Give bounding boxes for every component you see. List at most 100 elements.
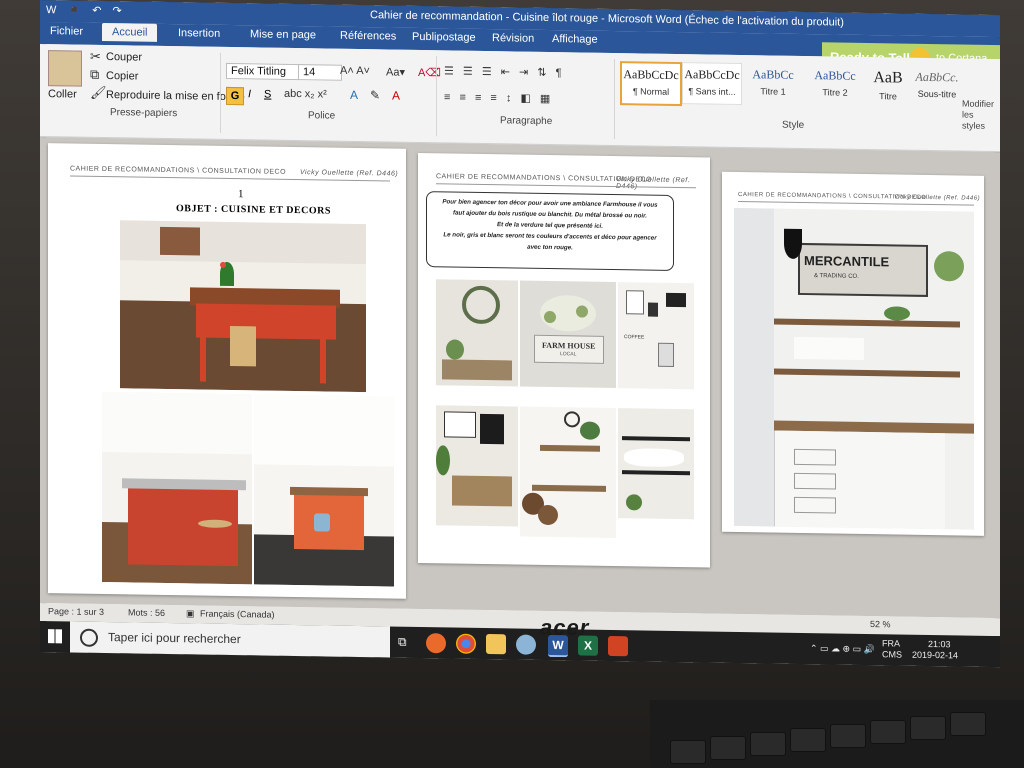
bold-button[interactable]: G bbox=[226, 86, 244, 106]
tab-publipostage[interactable]: Publipostage bbox=[412, 31, 476, 44]
taskbar-search[interactable]: Taper ici pour rechercher bbox=[70, 621, 390, 658]
copy-button[interactable]: Copier bbox=[106, 70, 138, 83]
clear-format-icon[interactable]: A⌫ bbox=[418, 66, 441, 79]
task-view-icon[interactable]: ⧉ bbox=[398, 635, 407, 650]
style-name: Titre 1 bbox=[760, 86, 786, 97]
paragraph-group-label: Paragraphe bbox=[500, 115, 553, 128]
align-icons[interactable]: ≡ ≡ ≡ ≡ ↕ ◧ ▦ bbox=[444, 90, 553, 105]
font-group-label: Police bbox=[308, 110, 336, 122]
style-subtitle[interactable]: AaBbCc. Sous-titre bbox=[912, 66, 962, 107]
style-heading-2[interactable]: AaBbCc Titre 2 bbox=[806, 64, 864, 105]
styles-group-label: Style bbox=[782, 119, 805, 132]
window-title: Cahier de recommandation - Cuisine îlot … bbox=[370, 9, 844, 29]
mercantile-sign-text: MERCANTILE bbox=[804, 253, 890, 270]
separator bbox=[220, 52, 221, 133]
style-heading-1[interactable]: AaBbCc Titre 1 bbox=[744, 63, 802, 104]
header-rule bbox=[738, 200, 974, 206]
page-heading: OBJET : CUISINE ET DECORS bbox=[176, 203, 331, 217]
tab-mise-en-page[interactable]: Mise en page bbox=[250, 28, 316, 41]
language-indicator-bottom[interactable]: CMS bbox=[882, 649, 902, 659]
proofing-icon[interactable]: ▣ bbox=[186, 608, 195, 619]
recommendation-callout: Pour bien agencer ton décor pour avoir u… bbox=[426, 191, 674, 271]
decor-photo-wall bbox=[436, 405, 518, 527]
powerpoint-taskbar-icon[interactable] bbox=[608, 635, 628, 657]
page-count[interactable]: Page : 1 sur 3 bbox=[48, 606, 104, 617]
style-sample: AaBbCcDc bbox=[623, 67, 679, 83]
style-sample: AaBbCcDc bbox=[684, 67, 740, 82]
font-size-select[interactable]: 14 bbox=[298, 64, 342, 81]
underline-button[interactable]: S bbox=[264, 89, 271, 101]
modify-styles-button[interactable]: Modifier les styles bbox=[962, 98, 998, 132]
decor-photo-coffee: COFFEE bbox=[618, 282, 694, 390]
page-author: Vicky Ouellette (Ref. D446) bbox=[616, 176, 691, 190]
style-name: Titre 2 bbox=[822, 87, 848, 98]
text-effects-icon[interactable]: A bbox=[350, 88, 358, 102]
keyboard-key bbox=[910, 716, 946, 740]
keyboard-key bbox=[950, 712, 986, 736]
language-indicator-top[interactable]: FRA bbox=[882, 638, 900, 648]
zoom-level[interactable]: 52 % bbox=[870, 619, 891, 629]
font-color-icon[interactable]: A bbox=[392, 89, 400, 103]
bullets-icon[interactable]: ☰ ☰ ☰ ⇤ ⇥ ⇅ ¶ bbox=[444, 64, 564, 79]
tab-fichier[interactable]: Fichier bbox=[42, 22, 92, 41]
tab-revision[interactable]: Révision bbox=[492, 32, 534, 45]
style-no-spacing[interactable]: AaBbCcDc ¶ Sans int... bbox=[682, 62, 742, 106]
style-name: ¶ Sans int... bbox=[688, 86, 736, 97]
style-normal[interactable]: AaBbCcDc ¶ Normal bbox=[620, 61, 682, 107]
page-author: Vicky Ouellette (Ref. D446) bbox=[894, 194, 981, 202]
tab-insertion[interactable]: Insertion bbox=[178, 27, 220, 40]
strikethrough-icon[interactable]: abc x₂ x² bbox=[284, 88, 327, 101]
separator bbox=[436, 56, 437, 137]
decor-photo-tiered-tray bbox=[520, 406, 616, 539]
keyboard-key bbox=[750, 732, 786, 756]
kitchen-photo-2 bbox=[102, 391, 252, 585]
tab-references[interactable]: Références bbox=[340, 30, 396, 43]
tab-accueil[interactable]: Accueil bbox=[102, 22, 158, 42]
word-count[interactable]: Mots : 56 bbox=[128, 607, 165, 618]
chrome-icon[interactable] bbox=[456, 633, 476, 654]
paste-icon[interactable] bbox=[48, 50, 82, 87]
style-sample: AaBbCc bbox=[752, 67, 794, 82]
kitchen-photo-3 bbox=[254, 394, 394, 587]
copy-icon: ⧉ bbox=[90, 66, 100, 82]
italic-button[interactable]: I bbox=[248, 88, 251, 100]
format-painter-button[interactable]: Reproduire la mise en forme bbox=[106, 89, 245, 103]
cut-button[interactable]: Couper bbox=[106, 51, 142, 64]
mercantile-sign-sub: & TRADING CO. bbox=[814, 273, 859, 280]
separator bbox=[614, 59, 615, 140]
format-painter-icon: 🖌 bbox=[90, 84, 107, 101]
photos-icon[interactable] bbox=[516, 634, 536, 655]
language-status[interactable]: Français (Canada) bbox=[200, 609, 275, 620]
keyboard-key bbox=[790, 728, 826, 752]
file-explorer-icon[interactable] bbox=[486, 634, 506, 655]
windows-start-icon[interactable] bbox=[48, 629, 62, 644]
scissors-icon: ✂ bbox=[90, 48, 101, 64]
style-title[interactable]: AaB Titre bbox=[866, 65, 910, 106]
keyboard-key bbox=[710, 736, 746, 760]
keyboard-key bbox=[670, 740, 706, 764]
change-case-icon[interactable]: Aa▾ bbox=[386, 65, 405, 78]
keyboard-key bbox=[870, 720, 906, 744]
clipboard-group-label: Presse-papiers bbox=[110, 107, 178, 120]
style-name: Titre bbox=[879, 91, 897, 102]
keyboard bbox=[650, 700, 1024, 768]
laptop-screen: W ◾ ↶ ↷ Cahier de recommandation - Cuisi… bbox=[40, 0, 1000, 668]
clock-time[interactable]: 21:03 bbox=[928, 639, 951, 649]
highlight-icon[interactable]: ✎ bbox=[370, 88, 380, 102]
page-number: 1 bbox=[238, 188, 244, 201]
quick-access-toolbar[interactable]: W ◾ ↶ ↷ bbox=[46, 3, 126, 17]
tray-icons[interactable]: ⌃ ▭ ☁ ⊕ ▭ 🔊 bbox=[810, 643, 875, 655]
ribbon: Coller ✂ Couper ⧉ Copier 🖌 Reproduire la… bbox=[40, 44, 1000, 153]
acer-logo: acer bbox=[540, 615, 590, 640]
grow-font-icon[interactable]: A˄ A˅ bbox=[340, 65, 370, 77]
farmhouse-sign-sub: LOCAL bbox=[560, 351, 577, 358]
paste-button[interactable]: Coller bbox=[48, 88, 77, 100]
page-2: CAHIER DE RECOMMANDATIONS \ CONSULTATION… bbox=[418, 152, 710, 568]
tab-affichage[interactable]: Affichage bbox=[552, 33, 598, 46]
font-name-select[interactable]: Felix Titling bbox=[226, 62, 300, 81]
firefox-icon[interactable] bbox=[426, 633, 446, 654]
style-sample: AaBbCc bbox=[814, 68, 856, 83]
farmhouse-sign-text: FARM HOUSE bbox=[542, 340, 596, 351]
style-sample: AaBbCc. bbox=[915, 69, 959, 85]
clock-date[interactable]: 2019-02-14 bbox=[912, 650, 958, 661]
